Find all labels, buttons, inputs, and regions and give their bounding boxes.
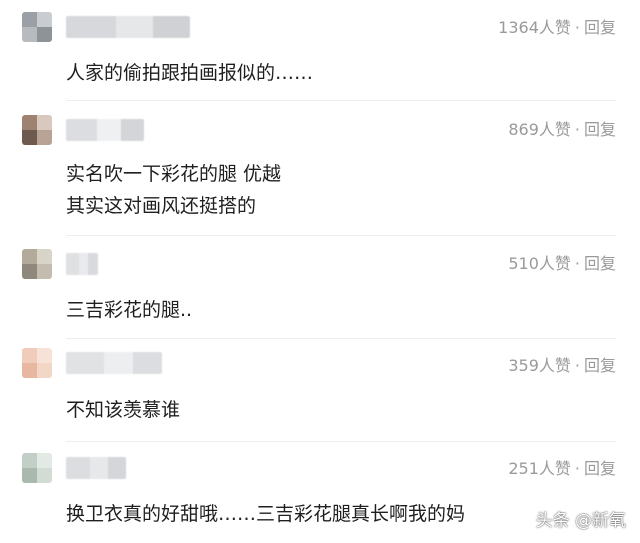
comment-text: 不知该羡慕谁 [66,395,180,425]
avatar-pixel [22,363,37,378]
meta-separator: · [574,18,580,37]
username-blur-segment [104,352,134,374]
meta-separator: · [574,254,580,273]
comment-line: 不知该羡慕谁 [66,399,181,421]
username-blur-segment [115,16,153,38]
comment-meta: 869人赞 · 回复 [508,120,616,140]
avatar-pixel [22,264,37,279]
username-blur-segment [97,119,121,141]
avatar-pixel [22,130,37,145]
username-blur-segment [120,119,144,141]
username-blur-segment [152,16,190,38]
meta-separator: · [574,356,580,375]
avatar-pixel [37,348,52,363]
avatar[interactable] [22,249,52,279]
username-blur-segment [108,457,126,479]
like-count[interactable]: 251人赞 [508,459,571,478]
like-count[interactable]: 1364人赞 [498,18,571,37]
like-count[interactable]: 510人赞 [508,254,571,273]
avatar[interactable] [22,348,52,378]
comment-line: 实名吹一下彩花的腿 优越 [66,163,282,185]
avatar-pixel [37,468,52,483]
divider [66,338,616,339]
username-blur-segment [66,457,90,479]
comment-text: 实名吹一下彩花的腿 优越 其实这对画风还挺搭的 [66,159,281,221]
avatar-pixel [22,115,37,130]
comment-item: 869人赞 · 回复 实名吹一下彩花的腿 优越 其实这对画风还挺搭的 [0,101,640,236]
avatar-pixel [37,264,52,279]
username-blur-segment [66,119,98,141]
username-blurred[interactable] [66,16,190,38]
avatar-pixel [37,115,52,130]
comment-text: 人家的偷拍跟拍画报似的…… [66,58,313,88]
username-blurred[interactable] [66,119,144,141]
avatar[interactable] [22,453,52,483]
username-blur-segment [90,457,108,479]
avatar-pixel [22,453,37,468]
like-count[interactable]: 359人赞 [508,356,571,375]
avatar-pixel [22,12,37,27]
comment-line: 换卫衣真的好甜哦……三吉彩花腿真长啊我的妈 [66,503,466,525]
comment-line: 其实这对画风还挺搭的 [66,195,257,217]
avatar-pixel [37,249,52,264]
divider [66,441,616,442]
avatar-pixel [37,363,52,378]
reply-button[interactable]: 回复 [584,120,616,139]
username-blur-segment [66,352,105,374]
username-blur-segment [133,352,162,374]
comment-meta: 251人赞 · 回复 [508,459,616,479]
avatar-pixel [22,249,37,264]
username-blur-segment [66,16,116,38]
avatar-pixel [22,27,37,42]
comment-meta: 359人赞 · 回复 [508,356,616,376]
reply-button[interactable]: 回复 [584,18,616,37]
username-blurred[interactable] [66,457,126,479]
comment-text: 换卫衣真的好甜哦……三吉彩花腿真长啊我的妈 [66,499,465,529]
reply-button[interactable]: 回复 [584,459,616,478]
comment-item: 510人赞 · 回复 三吉彩花的腿.. [0,237,640,339]
meta-separator: · [574,459,580,478]
watermark: 头条 @新氧 [535,511,626,531]
reply-button[interactable]: 回复 [584,356,616,375]
username-blur-segment [88,253,98,275]
username-blurred[interactable] [66,253,98,275]
username-blurred[interactable] [66,352,162,374]
avatar[interactable] [22,115,52,145]
avatar-pixel [22,348,37,363]
avatar-pixel [37,27,52,42]
comment-text: 三吉彩花的腿.. [66,295,192,325]
avatar[interactable] [22,12,52,42]
username-blur-segment [66,253,79,275]
username-blur-segment [78,253,89,275]
comment-line: 三吉彩花的腿.. [66,299,193,321]
comment-item: 359人赞 · 回复 不知该羡慕谁 [0,340,640,443]
avatar-pixel [37,130,52,145]
comment-meta: 510人赞 · 回复 [508,254,616,274]
comment-item: 1364人赞 · 回复 人家的偷拍跟拍画报似的…… [0,0,640,101]
reply-button[interactable]: 回复 [584,254,616,273]
avatar-pixel [22,468,37,483]
comment-line: 人家的偷拍跟拍画报似的…… [66,62,314,84]
avatar-pixel [37,453,52,468]
like-count[interactable]: 869人赞 [508,120,571,139]
avatar-pixel [37,12,52,27]
comment-meta: 1364人赞 · 回复 [498,18,616,38]
meta-separator: · [574,120,580,139]
divider [66,235,616,236]
